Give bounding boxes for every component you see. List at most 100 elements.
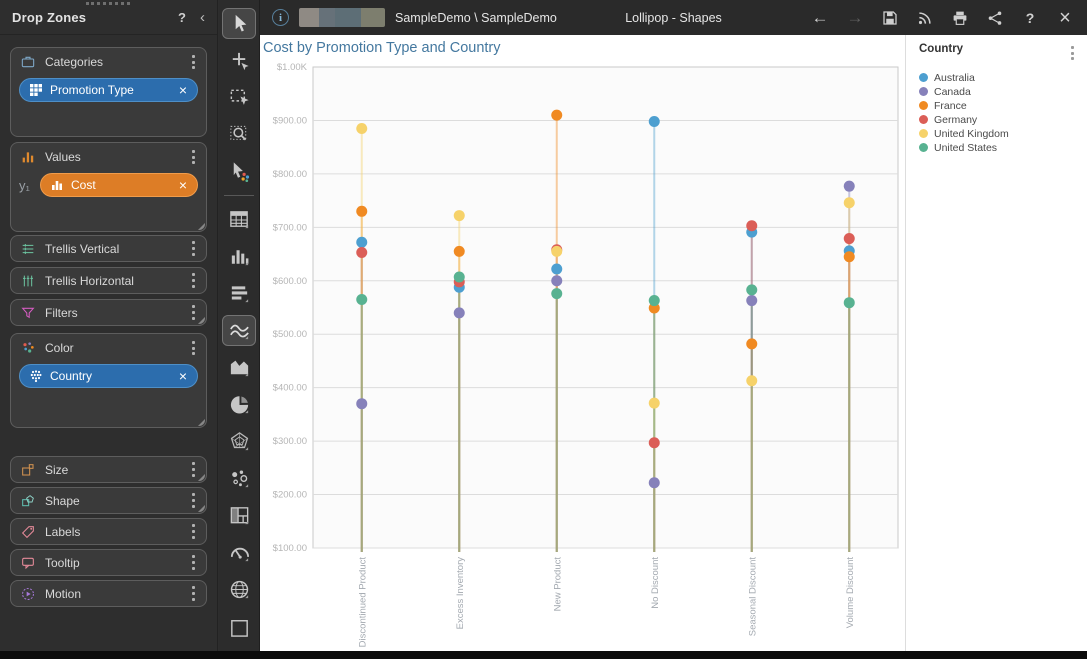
box-chart-icon[interactable] (222, 611, 256, 642)
data-point[interactable] (453, 245, 465, 257)
field-pill-country[interactable]: Country × (19, 364, 198, 388)
data-point[interactable] (843, 233, 855, 245)
legend-item-united-kingdom[interactable]: United Kingdom (919, 127, 1087, 141)
remove-field-icon[interactable]: × (178, 369, 188, 383)
data-point[interactable] (453, 307, 465, 319)
legend-menu-icon[interactable] (1068, 43, 1077, 64)
remove-field-icon[interactable]: × (178, 83, 188, 97)
data-point[interactable] (746, 295, 758, 307)
legend-item-france[interactable]: France (919, 99, 1087, 113)
help-icon[interactable]: ? (178, 10, 186, 25)
zone-menu-icon[interactable] (189, 302, 198, 323)
highlight-select-tool-icon[interactable] (222, 156, 256, 187)
map-chart-icon[interactable] (222, 574, 256, 605)
help-icon[interactable]: ? (1020, 8, 1040, 28)
data-point[interactable] (356, 398, 368, 410)
area-chart-icon[interactable] (222, 352, 256, 383)
drop-zone-labels[interactable]: Labels (10, 518, 207, 545)
remove-field-icon[interactable]: × (178, 178, 188, 192)
zone-menu-icon[interactable] (189, 552, 198, 573)
categories-icon (19, 53, 37, 71)
data-point[interactable] (746, 220, 758, 232)
trellis-horizontal-icon (19, 272, 37, 290)
bottom-resize-bar[interactable] (0, 651, 1087, 659)
drop-zone-trellis-vertical[interactable]: Trellis Vertical (10, 235, 207, 262)
zone-menu-icon[interactable] (189, 270, 198, 291)
scatter-chart-icon[interactable] (222, 463, 256, 494)
legend-item-canada[interactable]: Canada (919, 85, 1087, 99)
data-point[interactable] (356, 236, 368, 248)
save-icon[interactable] (880, 8, 900, 28)
field-pill-cost[interactable]: Cost × (40, 173, 198, 197)
field-pill-promotion-type[interactable]: Promotion Type × (19, 78, 198, 102)
data-point[interactable] (648, 295, 660, 307)
data-point[interactable] (356, 122, 368, 134)
data-point[interactable] (648, 116, 660, 128)
data-point[interactable] (356, 205, 368, 217)
collapse-panel-icon[interactable]: ‹ (200, 10, 205, 25)
data-point[interactable] (843, 297, 855, 309)
data-point[interactable] (356, 293, 368, 305)
data-point[interactable] (648, 397, 660, 409)
pointer-tool-icon[interactable] (222, 8, 256, 39)
data-point[interactable] (648, 437, 660, 449)
legend-item-australia[interactable]: Australia (919, 71, 1087, 85)
zone-menu-icon[interactable] (189, 521, 198, 542)
motion-icon (19, 585, 37, 603)
data-point[interactable] (843, 180, 855, 192)
labels-icon (19, 523, 37, 541)
info-icon[interactable]: i (272, 9, 289, 26)
legend-item-united-states[interactable]: United States (919, 141, 1087, 155)
drop-zone-color[interactable]: Color Country × (10, 333, 207, 428)
pie-chart-icon[interactable] (222, 389, 256, 420)
print-icon[interactable] (950, 8, 970, 28)
zone-menu-icon[interactable] (189, 490, 198, 511)
lollipop-chart[interactable]: $1.00K $900.00 $800.00 $700.00 $600.00 $500.0… (260, 35, 905, 651)
feed-icon[interactable] (915, 8, 935, 28)
drop-zone-categories[interactable]: Categories Promotion Type × (10, 47, 207, 137)
back-icon[interactable]: ← (810, 8, 830, 28)
marquee-select-tool-icon[interactable] (222, 82, 256, 113)
data-point[interactable] (551, 288, 563, 300)
drag-grip[interactable] (86, 2, 130, 5)
zone-menu-icon[interactable] (189, 583, 198, 604)
data-point[interactable] (843, 251, 855, 263)
data-point[interactable] (746, 284, 758, 296)
drop-zone-size[interactable]: Size (10, 456, 207, 483)
legend-item-germany[interactable]: Germany (919, 113, 1087, 127)
drop-zone-tooltip[interactable]: Tooltip (10, 549, 207, 576)
zone-menu-icon[interactable] (189, 147, 198, 168)
data-point[interactable] (551, 275, 563, 287)
gauge-chart-icon[interactable] (222, 537, 256, 568)
data-point[interactable] (551, 109, 563, 121)
data-point[interactable] (551, 245, 563, 257)
table-chart-icon[interactable] (222, 204, 256, 235)
drop-zone-trellis-horizontal[interactable]: Trellis Horizontal (10, 267, 207, 294)
treemap-chart-icon[interactable] (222, 500, 256, 531)
close-icon[interactable]: × (1055, 8, 1075, 28)
zone-menu-icon[interactable] (189, 459, 198, 480)
zoom-select-tool-icon[interactable] (222, 119, 256, 150)
zone-menu-icon[interactable] (189, 338, 198, 359)
data-point[interactable] (843, 197, 855, 209)
data-point[interactable] (453, 210, 465, 222)
share-icon[interactable] (985, 8, 1005, 28)
zone-menu-icon[interactable] (189, 238, 198, 259)
drop-zone-values[interactable]: Values y₁ Cost × (10, 142, 207, 232)
data-point[interactable] (746, 338, 758, 350)
data-point[interactable] (356, 246, 368, 258)
data-point[interactable] (551, 263, 563, 275)
radar-chart-icon[interactable] (222, 426, 256, 457)
data-point[interactable] (648, 477, 660, 489)
add-tool-icon[interactable] (222, 45, 256, 76)
drop-zone-filters[interactable]: Filters (10, 299, 207, 326)
bar-chart-icon[interactable] (222, 278, 256, 309)
data-point[interactable] (746, 375, 758, 387)
forward-icon[interactable]: → (845, 8, 865, 28)
data-point[interactable] (453, 271, 465, 283)
line-chart-icon[interactable] (222, 315, 256, 346)
drop-zone-motion[interactable]: Motion (10, 580, 207, 607)
zone-menu-icon[interactable] (189, 52, 198, 73)
column-chart-icon[interactable] (222, 241, 256, 272)
drop-zone-shape[interactable]: Shape (10, 487, 207, 514)
